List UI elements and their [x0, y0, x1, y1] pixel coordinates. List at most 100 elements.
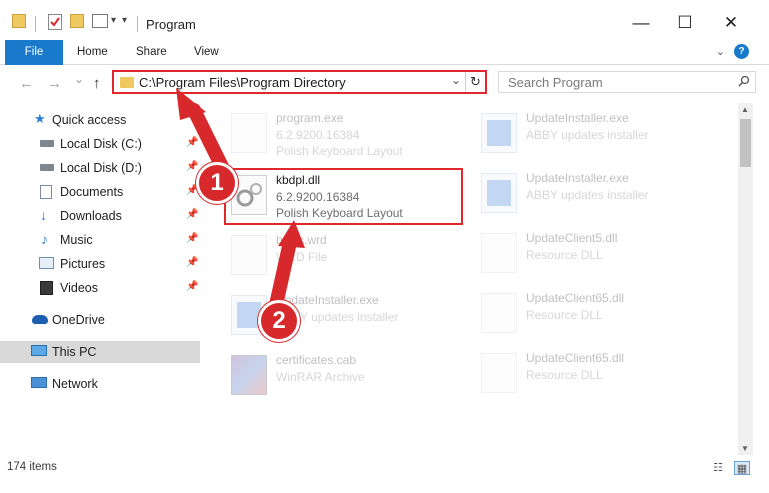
- details-view-icon[interactable]: ☷: [710, 461, 726, 475]
- file-version: 6.2.9200.16384: [276, 128, 360, 142]
- network-icon: [31, 377, 47, 388]
- sidebar-item-label: Network: [52, 377, 98, 391]
- file-item[interactable]: UpdateClient5.dll Resource DLL: [476, 227, 716, 283]
- file-item[interactable]: basic.wrd WRD File: [226, 229, 466, 285]
- quick-access-dropdown-2[interactable]: ▾: [122, 15, 127, 26]
- sidebar-item-label: Documents: [60, 185, 124, 199]
- file-item[interactable]: UpdateInstaller.exe ABBY updates install…: [476, 107, 716, 163]
- sidebar-item-label: This PC: [52, 345, 97, 359]
- installer-file-icon: [481, 173, 517, 213]
- navigation-pane: ★ Quick access Local Disk (C:) 📌 Local D…: [0, 103, 204, 455]
- tab-file[interactable]: File: [5, 40, 63, 65]
- sidebar-item-downloads[interactable]: ↓ Downloads 📌: [0, 205, 200, 227]
- tab-share[interactable]: Share: [136, 40, 167, 65]
- tab-view[interactable]: View: [194, 40, 219, 65]
- pin-icon[interactable]: 📌: [186, 257, 198, 268]
- sidebar-item-pictures[interactable]: Pictures 📌: [0, 253, 200, 275]
- scrollbar-thumb[interactable]: [740, 119, 751, 167]
- refresh-icon[interactable]: ↻: [465, 72, 485, 92]
- step-badge-1: 1: [196, 162, 238, 204]
- tab-home[interactable]: Home: [77, 40, 108, 65]
- pin-icon[interactable]: 📌: [186, 161, 198, 172]
- file-item[interactable]: UpdateInstaller.exe ABBY updates install…: [476, 167, 716, 223]
- sidebar-item-this-pc[interactable]: This PC: [0, 341, 200, 363]
- customize-toolbar-icon[interactable]: [92, 14, 108, 28]
- sidebar-item-local-disk-c[interactable]: Local Disk (C:) 📌: [0, 133, 200, 155]
- quick-access-dropdown[interactable]: ▾: [111, 15, 116, 26]
- pin-icon[interactable]: 📌: [186, 281, 198, 292]
- file-type: Resource DLL: [526, 248, 603, 262]
- file-name: UpdateClient65.dll: [526, 351, 625, 365]
- sidebar-item-network[interactable]: Network: [0, 373, 200, 395]
- file-type: WRD File: [276, 250, 328, 264]
- address-path[interactable]: C:\Program Files\Program Directory: [139, 75, 346, 90]
- item-count: 174 items: [7, 461, 57, 473]
- back-arrow-icon[interactable]: ←: [19, 75, 34, 92]
- sidebar-item-music[interactable]: ♪ Music 📌: [0, 229, 200, 251]
- pictures-icon: [39, 257, 54, 269]
- sidebar-item-label: Music: [60, 233, 93, 247]
- file-item[interactable]: certificates.cab WinRAR Archive: [226, 349, 466, 405]
- sidebar-item-videos[interactable]: Videos 📌: [0, 277, 200, 299]
- close-button[interactable]: ✕: [720, 12, 742, 34]
- separator: [35, 16, 36, 32]
- file-list: program.exe 6.2.9200.16384 Polish Keyboa…: [204, 103, 738, 455]
- file-name: basic.wrd: [276, 233, 327, 247]
- file-name: UpdateInstaller.exe: [526, 171, 629, 185]
- maximize-button[interactable]: ☐: [674, 12, 696, 34]
- file-type: WinRAR Archive: [276, 370, 365, 384]
- gear-file-icon: [231, 113, 267, 153]
- download-icon: ↓: [40, 207, 47, 223]
- scroll-down-icon[interactable]: ▼: [741, 444, 749, 453]
- recent-locations-icon[interactable]: ⌄: [74, 72, 84, 86]
- cloud-icon: [32, 315, 48, 324]
- sidebar-item-local-disk-d[interactable]: Local Disk (D:) 📌: [0, 157, 200, 179]
- music-icon: ♪: [41, 231, 48, 247]
- tiles-view-icon[interactable]: ▦: [734, 461, 750, 475]
- file-name: certificates.cab: [276, 353, 357, 367]
- sidebar-item-quick-access[interactable]: ★ Quick access: [0, 109, 200, 131]
- file-name: UpdateClient65.dll: [526, 291, 625, 305]
- up-arrow-icon[interactable]: ↑: [93, 75, 101, 92]
- file-description: ABBY updates installer: [526, 188, 649, 202]
- search-box[interactable]: [498, 71, 756, 93]
- sidebar-item-documents[interactable]: Documents 📌: [0, 181, 200, 203]
- properties-icon[interactable]: [48, 14, 62, 30]
- file-name: UpdateClient5.dll: [526, 231, 618, 245]
- status-bar: 174 items ☷ ▦: [0, 458, 769, 478]
- vertical-scrollbar[interactable]: ▲ ▼: [738, 103, 753, 455]
- pin-icon[interactable]: 📌: [186, 209, 198, 220]
- chevron-down-icon[interactable]: ⌄: [451, 73, 461, 87]
- pin-icon[interactable]: 📌: [186, 137, 198, 148]
- search-input[interactable]: [499, 72, 729, 92]
- window-title: Program: [146, 17, 196, 32]
- highlight-box-kbdpl: [224, 168, 463, 225]
- sidebar-item-label: Quick access: [52, 113, 127, 127]
- ribbon-collapse-icon[interactable]: ⌄: [716, 45, 725, 58]
- sidebar-item-onedrive[interactable]: OneDrive: [0, 309, 200, 331]
- sidebar-item-label: Pictures: [60, 257, 106, 271]
- sidebar-item-label: Local Disk (D:): [60, 161, 142, 175]
- drive-icon: [40, 164, 54, 171]
- file-item[interactable]: UpdateClient65.dll Resource DLL: [476, 347, 716, 403]
- help-icon[interactable]: ?: [734, 44, 749, 59]
- forward-arrow-icon[interactable]: →: [47, 75, 62, 92]
- sidebar-item-label: Local Disk (C:): [60, 137, 142, 151]
- file-item[interactable]: program.exe 6.2.9200.16384 Polish Keyboa…: [226, 107, 466, 163]
- search-icon[interactable]: [738, 75, 750, 90]
- videos-icon: [40, 281, 53, 295]
- file-type: Resource DLL: [526, 368, 603, 382]
- address-bar[interactable]: C:\Program Files\Program Directory ⌄ ↻: [112, 70, 487, 94]
- folder-icon: [120, 77, 134, 88]
- file-item[interactable]: UpdateClient65.dll Resource DLL: [476, 287, 716, 343]
- title-separator: [137, 16, 138, 32]
- new-folder-icon[interactable]: [70, 14, 84, 28]
- file-description: Polish Keyboard Layout: [276, 144, 403, 158]
- pc-icon: [31, 345, 47, 356]
- sidebar-item-label: Videos: [60, 281, 98, 295]
- ribbon-tabs: File Home Share View ⌄ ?: [0, 40, 769, 65]
- file-name: UpdateInstaller.exe: [526, 111, 629, 125]
- minimize-button[interactable]: —: [630, 12, 652, 34]
- scroll-up-icon[interactable]: ▲: [741, 105, 749, 114]
- pin-icon[interactable]: 📌: [186, 233, 198, 244]
